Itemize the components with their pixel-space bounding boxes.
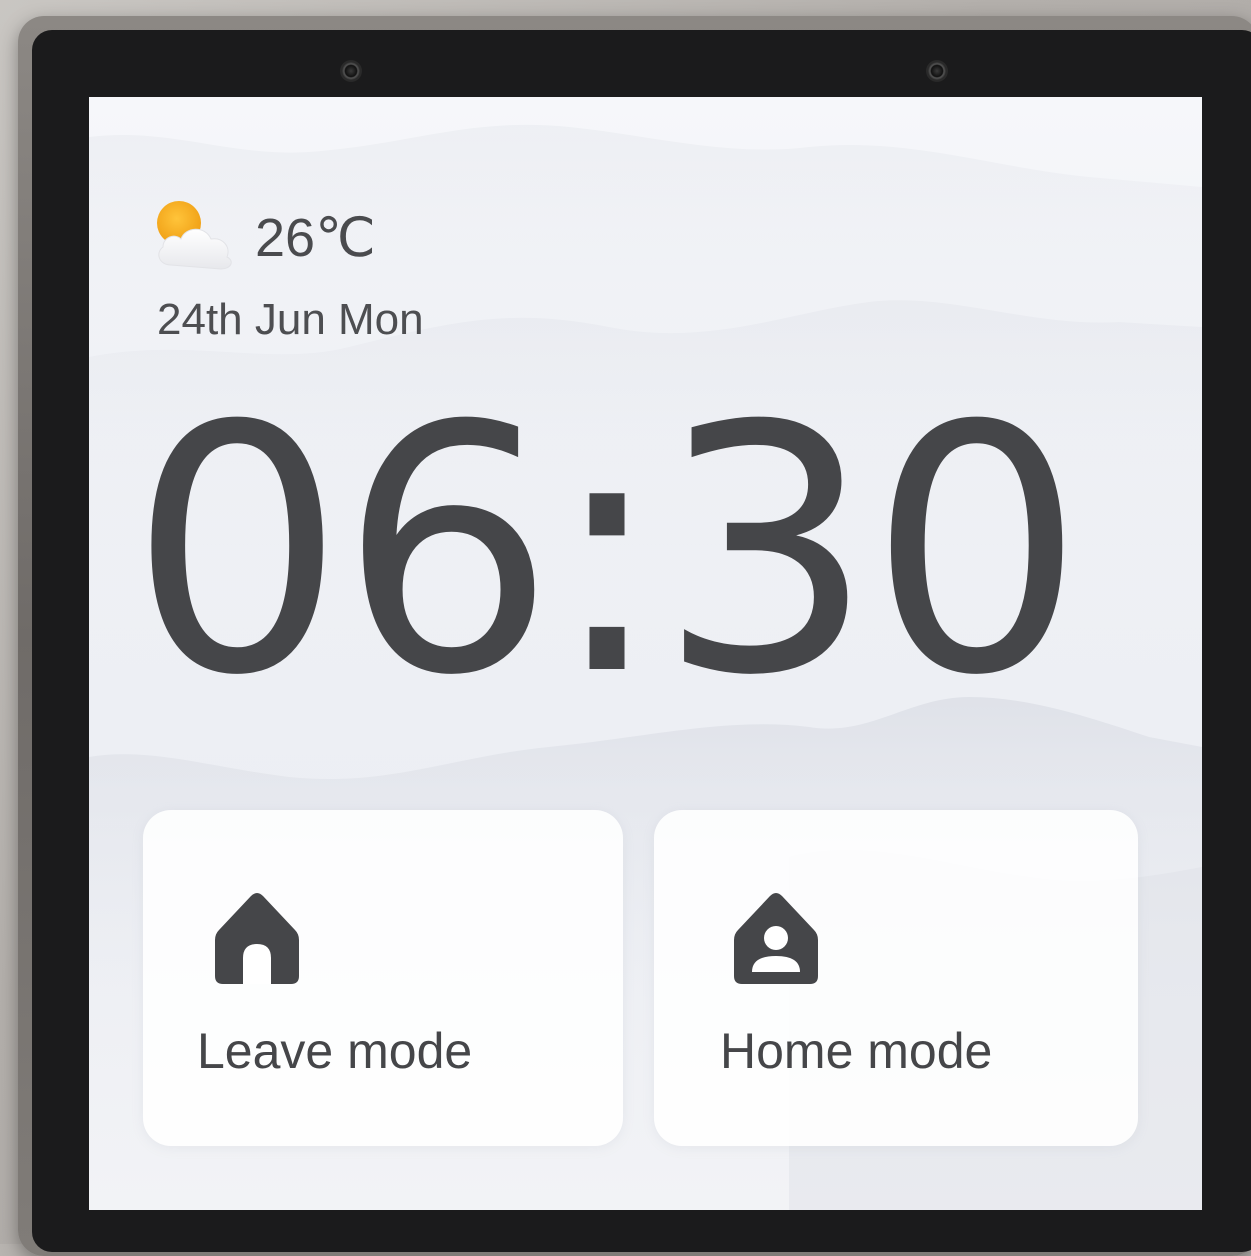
leave-mode-button[interactable]: Leave mode [143, 810, 623, 1146]
temperature-value: 26℃ [255, 207, 376, 268]
clock-time: 06:30 [129, 354, 1085, 750]
touch-screen: 26℃ 24th Jun Mon 06:30 Leave mode Home m… [89, 97, 1202, 1210]
house-person-icon [728, 888, 824, 986]
home-mode-button[interactable]: Home mode [654, 810, 1138, 1146]
partly-cloudy-icon [151, 197, 243, 277]
camera-sensor-left [342, 62, 360, 80]
camera-sensor-right [928, 62, 946, 80]
weather-widget[interactable]: 26℃ [151, 197, 376, 277]
house-icon [209, 888, 305, 986]
leave-mode-label: Leave mode [197, 1023, 473, 1079]
home-mode-label: Home mode [720, 1023, 993, 1079]
date-label: 24th Jun Mon [157, 295, 424, 344]
